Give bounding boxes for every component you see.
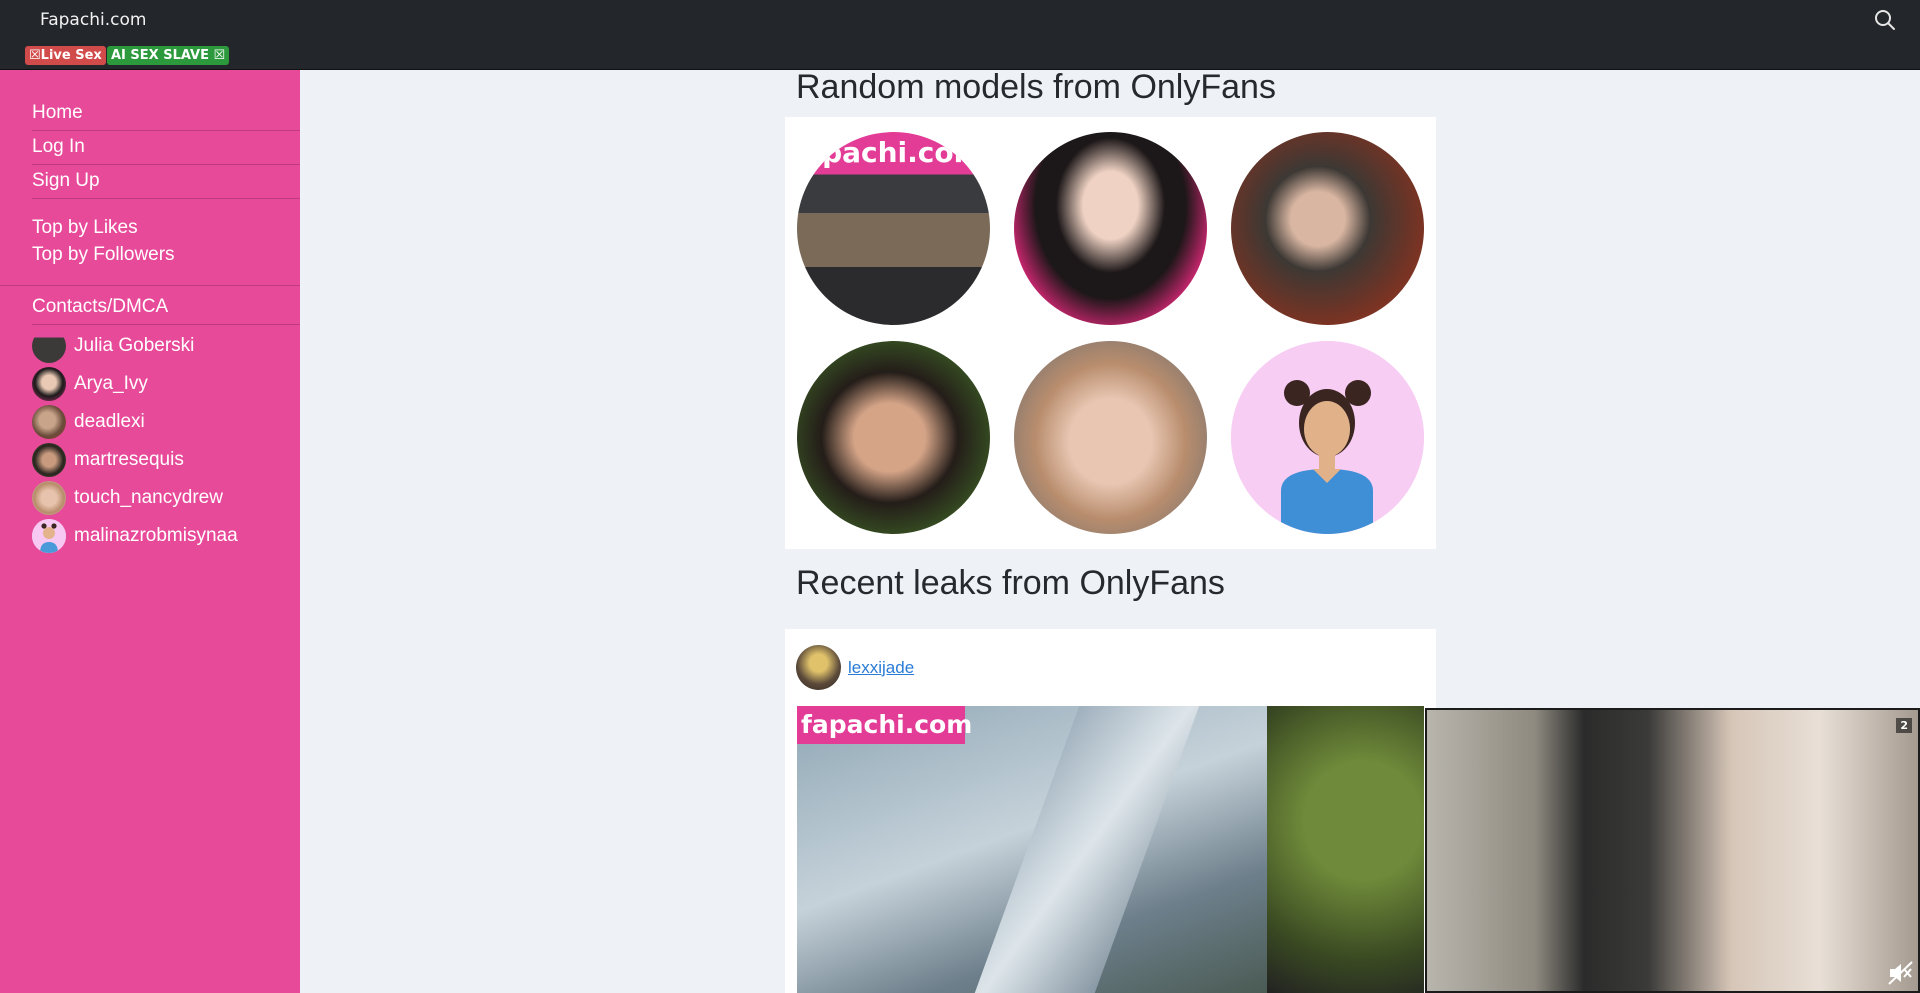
post-author: lexxijade [796, 645, 914, 690]
model-avatar[interactable] [1231, 341, 1424, 534]
model-name: deadlexi [74, 411, 145, 432]
search-icon[interactable] [1873, 8, 1897, 32]
image-detail [974, 706, 1200, 993]
image-detail [1267, 706, 1424, 993]
sidebar-model-link[interactable]: deadlexi [32, 405, 145, 439]
model-avatar[interactable] [1014, 341, 1207, 534]
video-counter: 2 [1896, 718, 1912, 733]
watermark-text: fapachi.com [801, 710, 973, 739]
sidebar-model-link[interactable]: malinazrobmisynaa [32, 519, 238, 553]
avatar [32, 481, 66, 515]
model-avatar[interactable]: fapachi.com [797, 132, 990, 325]
model-name: malinazrobmisynaa [74, 525, 238, 546]
recent-leaks-heading: Recent leaks from OnlyFans [796, 564, 1225, 602]
model-name: touch_nancydrew [74, 487, 223, 508]
model-name: Arya_Ivy [74, 373, 148, 394]
avatar [32, 367, 66, 401]
model-avatar[interactable] [1014, 132, 1207, 325]
nav-contacts-dmca[interactable]: Contacts/DMCA [32, 296, 168, 318]
site-brand-link[interactable]: Fapachi.com [40, 10, 146, 30]
ai-sex-slave-badge[interactable]: AI SEX SLAVE ☒ [107, 46, 230, 65]
sidebar-model-link[interactable]: martresequis [32, 443, 184, 477]
sidebar: Home Log In Sign Up Top by Likes Top by … [0, 70, 300, 993]
sidebar-model-link[interactable]: touch_nancydrew [32, 481, 223, 515]
model-avatar[interactable] [797, 341, 990, 534]
sidebar-model-link[interactable]: Arya_Ivy [32, 367, 148, 401]
default-avatar-icon [1231, 341, 1424, 534]
avatar[interactable] [796, 645, 841, 690]
mute-icon[interactable] [1886, 959, 1914, 987]
nav-top-by-followers[interactable]: Top by Followers [32, 244, 175, 266]
divider [32, 130, 300, 131]
nav-log-in[interactable]: Log In [32, 136, 85, 158]
nav-home[interactable]: Home [32, 102, 83, 124]
live-sex-badge[interactable]: ☒Live Sex [25, 46, 106, 65]
model-name: Julia Goberski [74, 335, 195, 356]
top-navbar: Fapachi.com ☒Live Sex AI SEX SLAVE ☒ [0, 0, 1920, 70]
video-frame [1427, 710, 1918, 991]
nav-top-by-likes[interactable]: Top by Likes [32, 217, 138, 239]
avatar [32, 329, 66, 363]
default-avatar-icon [32, 519, 66, 553]
divider [0, 285, 300, 286]
post-image[interactable]: fapachi.com [797, 706, 1424, 993]
avatar [32, 519, 66, 553]
random-models-heading: Random models from OnlyFans [796, 68, 1276, 106]
leak-post-card: lexxijade fapachi.com [785, 629, 1436, 993]
random-models-grid: fapachi.com [785, 117, 1436, 549]
post-username-link[interactable]: lexxijade [848, 658, 914, 678]
model-avatar[interactable] [1231, 132, 1424, 325]
avatar [32, 405, 66, 439]
avatar [32, 443, 66, 477]
video-ad-player[interactable]: 2 [1425, 708, 1920, 993]
divider [32, 198, 300, 199]
nav-sign-up[interactable]: Sign Up [32, 170, 100, 192]
sidebar-model-link[interactable]: Julia Goberski [32, 329, 194, 363]
divider [32, 324, 300, 325]
model-name: martresequis [74, 449, 184, 470]
divider [32, 164, 300, 165]
